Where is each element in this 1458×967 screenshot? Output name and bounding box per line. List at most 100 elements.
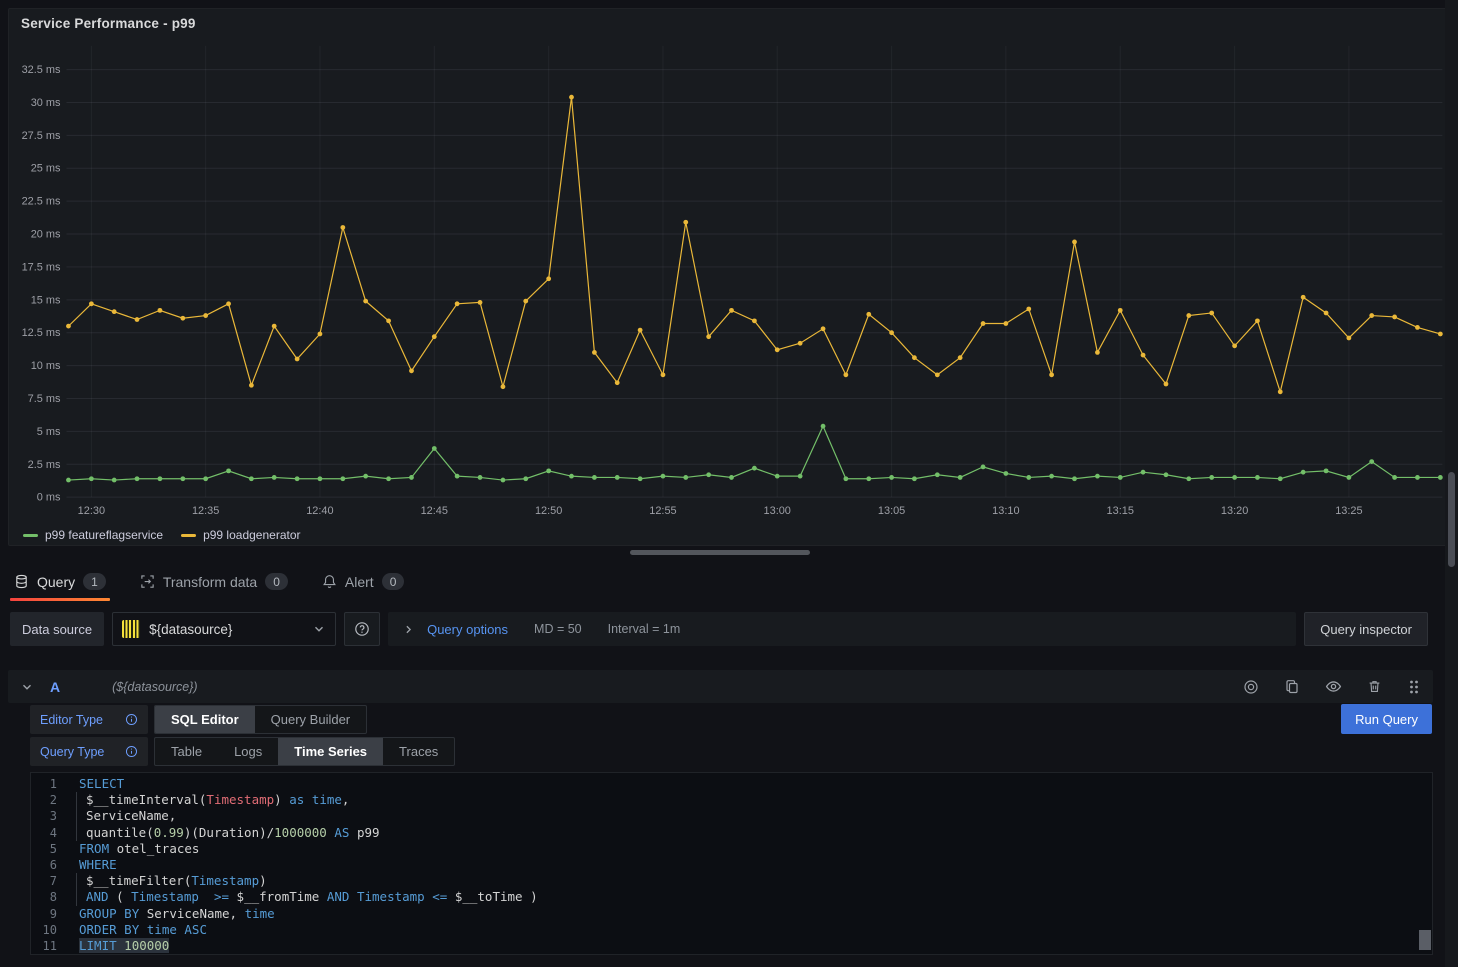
sql-line-2: 2$__timeInterval(Timestamp) as time, [31,792,1432,808]
svg-text:15 ms: 15 ms [31,294,61,306]
sql-line-7: 7$__timeFilter(Timestamp) [31,873,1432,889]
tab-transform-data[interactable]: Transform data 0 [136,565,292,598]
tab-alert[interactable]: Alert 0 [318,565,408,598]
legend-series-label: p99 loadgenerator [203,528,300,542]
svg-text:13:20: 13:20 [1221,505,1248,517]
legend-item-p99-featureflagservice[interactable]: p99 featureflagservice [23,528,163,542]
svg-text:13:25: 13:25 [1335,505,1362,517]
svg-text:12:30: 12:30 [78,505,105,517]
collapse-chevron-down-icon[interactable] [20,680,34,694]
sql-line-1: 1SELECT [31,776,1432,792]
sql-line-3: 3ServiceName, [31,808,1432,824]
line-number: 7 [31,873,57,889]
query-row-header[interactable]: A (${datasource}) [8,670,1433,703]
tab-label: Query [37,574,75,590]
query-inspector-button[interactable]: Query inspector [1304,612,1428,646]
duplicate-query-icon[interactable] [1284,679,1300,695]
svg-text:12:35: 12:35 [192,505,219,517]
query-type-option-table[interactable]: Table [155,738,218,765]
legend-item-p99-loadgenerator[interactable]: p99 loadgenerator [181,528,300,542]
sql-line-11: 11LIMIT 100000 [31,938,1432,955]
query-type-row: Query Type TableLogsTime SeriesTraces [30,737,455,766]
page-scrollbar-thumb[interactable] [1448,472,1455,567]
line-number: 3 [31,808,57,824]
svg-text:13:10: 13:10 [992,505,1019,517]
legend-series-swatch [23,534,38,537]
svg-text:7.5 ms: 7.5 ms [28,393,61,405]
svg-text:0 ms: 0 ms [37,492,61,504]
svg-text:5 ms: 5 ms [37,426,61,438]
editor-type-row: Editor Type SQL EditorQuery Builder [30,705,367,734]
svg-text:22.5 ms: 22.5 ms [22,196,61,208]
query-ref-id: A [50,679,60,695]
bell-icon [322,574,337,589]
tab-label: Alert [345,574,374,590]
svg-text:12:50: 12:50 [535,505,562,517]
tab-count-badge: 0 [265,573,288,590]
svg-text:25 ms: 25 ms [31,163,61,175]
question-circle-icon [354,621,370,637]
tab-query[interactable]: Query 1 [10,565,110,598]
line-number: 10 [31,922,57,938]
svg-text:10 ms: 10 ms [31,360,61,372]
query-options-interval: Interval = 1m [608,622,681,636]
query-type-option-traces[interactable]: Traces [383,738,454,765]
tab-label: Transform data [163,574,257,590]
query-type-seg: TableLogsTime SeriesTraces [154,737,455,766]
timeseries-panel: Service Performance - p99 0 ms2.5 ms5 ms… [8,8,1450,546]
chart-legend: p99 featureflagservice p99 loadgenerator [23,528,301,542]
line-number: 4 [31,825,57,841]
line-number: 6 [31,857,57,873]
datasource-help-button[interactable] [344,612,380,646]
svg-text:30 ms: 30 ms [31,97,61,109]
svg-text:12:40: 12:40 [306,505,333,517]
editor-type-option-query-builder[interactable]: Query Builder [255,706,366,733]
svg-text:12:55: 12:55 [649,505,676,517]
query-options-link[interactable]: Query options [427,622,508,637]
sql-line-5: 5FROM otel_traces [31,841,1432,857]
sql-line-4: 4quantile(0.99)(Duration)/1000000 AS p99 [31,825,1432,841]
svg-text:12:45: 12:45 [421,505,448,517]
sql-code-editor[interactable]: 1SELECT2$__timeInterval(Timestamp) as ti… [30,772,1433,955]
svg-text:2.5 ms: 2.5 ms [28,459,61,471]
info-circle-icon [125,745,138,758]
sql-line-6: 6WHERE [31,857,1432,873]
line-number: 11 [31,938,57,954]
query-options-bar[interactable]: Query options MD = 50 Interval = 1m [388,612,1296,646]
query-type-label: Query Type [30,737,148,766]
line-number: 1 [31,776,57,792]
svg-text:13:05: 13:05 [878,505,905,517]
editor-scrollbar-thumb[interactable] [1419,930,1431,950]
horizontal-scrollbar[interactable] [630,550,810,555]
line-number: 2 [31,792,57,808]
drag-handle-icon[interactable] [1407,679,1421,695]
editor-type-label: Editor Type [30,705,148,734]
tab-count-badge: 1 [83,573,106,590]
delete-query-trash-icon[interactable] [1367,679,1382,694]
sql-line-9: 9GROUP BY ServiceName, time [31,906,1432,922]
datasource-row: Data source ${datasource} Query options … [10,612,1428,646]
datasource-picker[interactable]: ${datasource} [112,612,336,646]
svg-text:13:15: 13:15 [1107,505,1134,517]
editor-type-option-sql-editor[interactable]: SQL Editor [155,706,255,733]
query-type-option-time-series[interactable]: Time Series [278,738,383,765]
chevron-down-icon [312,622,326,636]
record-circle-icon[interactable] [1243,679,1259,695]
query-type-option-logs[interactable]: Logs [218,738,278,765]
legend-series-swatch [181,534,196,537]
sql-line-10: 10ORDER BY time ASC [31,922,1432,938]
query-header-actions [1243,678,1421,695]
transform-icon [140,574,155,589]
svg-text:13:00: 13:00 [764,505,791,517]
editor-type-seg: SQL EditorQuery Builder [154,705,367,734]
tab-bar: Query 1 Transform data 0 Alert 0 [10,565,408,598]
query-datasource-hint: (${datasource}) [112,680,197,694]
query-options-md: MD = 50 [534,622,582,636]
clickhouse-logo-icon [122,620,140,638]
info-circle-icon [125,713,138,726]
run-query-button[interactable]: Run Query [1341,704,1432,734]
datasource-value: ${datasource} [149,622,303,637]
tab-count-badge: 0 [382,573,405,590]
toggle-visibility-eye-icon[interactable] [1325,678,1342,695]
database-icon [14,574,29,589]
